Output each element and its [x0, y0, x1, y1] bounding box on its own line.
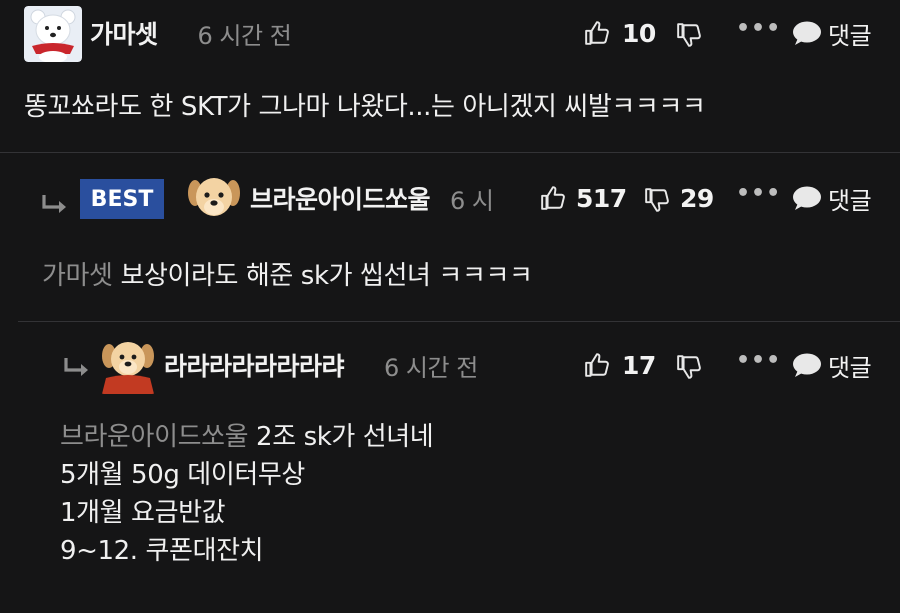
thumbs-up-icon[interactable]: [584, 352, 610, 378]
mention[interactable]: 브라운아이드쏘울: [60, 422, 249, 452]
like-count: 17: [622, 350, 656, 380]
thumbs-down-icon[interactable]: [676, 22, 702, 48]
speech-bubble-icon[interactable]: [792, 20, 822, 46]
comment-2: BEST 브라운아이드쏘울 6 시 517 29 ••• 댓글 가마셋 보상이라…: [0, 153, 900, 321]
like-count: 10: [622, 18, 656, 48]
more-icon[interactable]: •••: [736, 181, 781, 206]
comment-time: 6 시: [450, 186, 494, 215]
comment-author[interactable]: 가마셋: [90, 15, 158, 51]
more-icon[interactable]: •••: [736, 16, 781, 41]
reply-arrow-icon: [42, 195, 66, 213]
comment-time: 6 시간 전: [384, 353, 478, 382]
comment-body-container: 브라운아이드쏘울 2조 sk가 선녀네 5개월 50g 데이터무상 1개월 요금…: [60, 418, 434, 570]
comment-body-line: 브라운아이드쏘울 2조 sk가 선녀네: [60, 418, 434, 456]
thumbs-up-icon[interactable]: [540, 185, 566, 211]
dislike-count: 29: [680, 183, 714, 213]
thumbs-down-icon[interactable]: [676, 354, 702, 380]
like-count: 517: [576, 183, 627, 213]
comment-author[interactable]: 라라라라라라라랴: [164, 347, 345, 383]
comment-body: 보상이라도 해준 sk가 씹선녀 ㅋㅋㅋㅋ: [120, 261, 533, 291]
comment-3: 라라라라라라라랴 6 시간 전 17 ••• 댓글 브라운아이드쏘울 2조 sk…: [0, 322, 900, 613]
reply-button[interactable]: 댓글: [828, 181, 872, 215]
speech-bubble-icon[interactable]: [792, 185, 822, 211]
comment-body-line: 9~12. 쿠폰대잔치: [60, 536, 264, 566]
user-avatar-puppy[interactable]: [100, 336, 156, 394]
comment-body-line: 5개월 50g 데이터무상: [60, 460, 305, 490]
more-icon[interactable]: •••: [736, 348, 781, 373]
comment-body-line: 1개월 요금반값: [60, 498, 226, 528]
user-avatar-puppy[interactable]: [186, 171, 242, 225]
thumbs-down-icon[interactable]: [644, 187, 670, 213]
comment-body: 똥꼬쑈라도 한 SKT가 그나마 나왔다...는 아니겠지 씨발ㅋㅋㅋㅋ: [24, 92, 706, 122]
speech-bubble-icon[interactable]: [792, 352, 822, 378]
reply-button[interactable]: 댓글: [828, 16, 872, 50]
comment-body-container: 가마셋 보상이라도 해준 sk가 씹선녀 ㅋㅋㅋㅋ: [42, 255, 533, 292]
user-avatar-polar-bear[interactable]: [24, 6, 82, 62]
reply-arrow-icon: [64, 358, 88, 376]
best-badge: BEST: [80, 179, 164, 219]
comment-1: 가마셋 6 시간 전 10 ••• 댓글 똥꼬쑈라도 한 SKT가 그나마 나왔…: [0, 0, 900, 152]
mention[interactable]: 가마셋: [42, 261, 113, 291]
comment-time: 6 시간 전: [197, 21, 292, 50]
reply-button[interactable]: 댓글: [828, 348, 872, 382]
comment-body-text: 2조 sk가 선녀네: [256, 422, 434, 452]
thumbs-up-icon[interactable]: [584, 20, 610, 46]
comment-author[interactable]: 브라운아이드쏘울: [250, 180, 431, 216]
